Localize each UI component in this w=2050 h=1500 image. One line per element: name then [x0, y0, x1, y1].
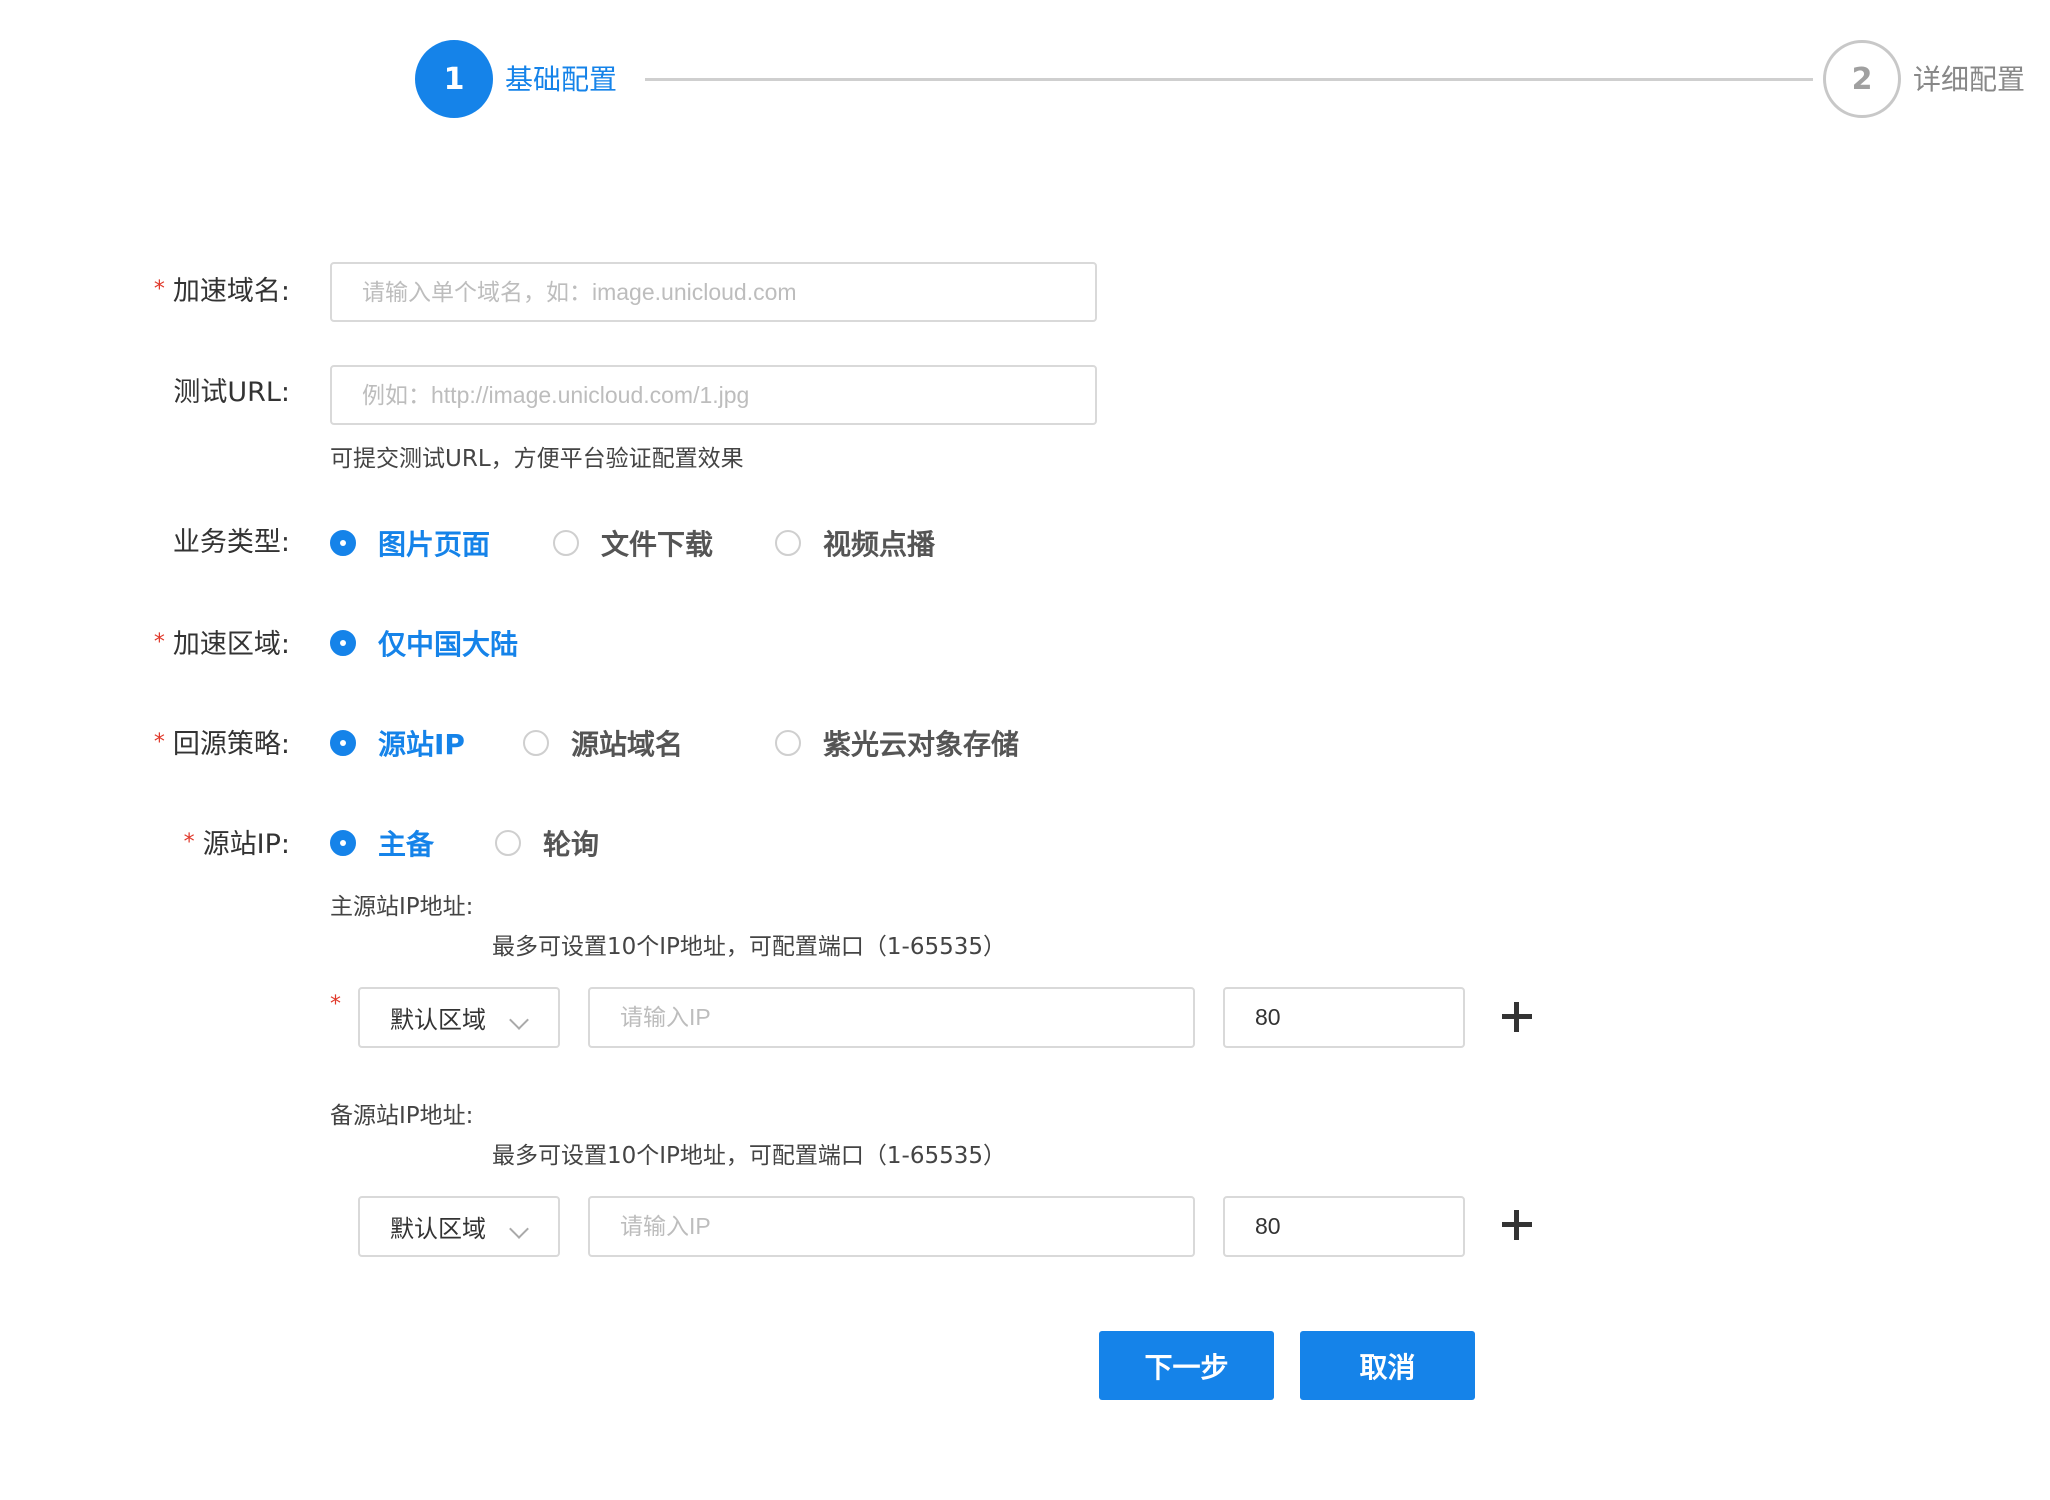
- origin-ip-label: * 源站IP:: [184, 823, 290, 865]
- domain-input[interactable]: [330, 262, 1097, 322]
- step-1-circle: 1: [415, 40, 493, 118]
- radio-origin-ip[interactable]: 源站IP: [330, 723, 465, 763]
- radio-ip-round-robin[interactable]: 轮询: [495, 823, 599, 863]
- radio-dot: [495, 830, 521, 856]
- radio-business-video[interactable]: 视频点播: [775, 523, 935, 563]
- radio-dot: [330, 530, 356, 556]
- required-mark: *: [183, 830, 195, 855]
- required-mark: *: [153, 730, 165, 755]
- radio-label: 紫光云对象存储: [823, 728, 1020, 761]
- radio-dot: [523, 730, 549, 756]
- backup-ip-input[interactable]: [588, 1196, 1195, 1257]
- business-type-label: 业务类型:: [172, 527, 290, 558]
- origin-ip-label-text: 源站IP:: [202, 829, 290, 860]
- test-url-label: 测试URL:: [173, 377, 290, 408]
- backup-port-input[interactable]: [1223, 1196, 1465, 1257]
- chevron-down-icon: [509, 1219, 529, 1239]
- radio-business-image[interactable]: 图片页面: [330, 523, 490, 563]
- next-button[interactable]: 下一步: [1099, 1331, 1274, 1400]
- radio-dot: [775, 530, 801, 556]
- required-mark: *: [153, 277, 165, 302]
- origin-policy-label-text: 回源策略:: [172, 729, 290, 760]
- backup-region-value: 默认区域: [390, 1215, 486, 1243]
- radio-dot: [330, 730, 356, 756]
- region-label: * 加速区域:: [154, 623, 290, 665]
- origin-policy-label: * 回源策略:: [154, 723, 290, 765]
- test-url-hint: 可提交测试URL，方便平台验证配置效果: [330, 446, 744, 472]
- radio-label: 仅中国大陆: [378, 628, 519, 661]
- radio-dot: [330, 630, 356, 656]
- primary-origin-hint: 最多可设置10个IP地址，可配置端口（1-65535）: [492, 934, 1007, 960]
- radio-origin-object-storage[interactable]: 紫光云对象存储: [775, 723, 1019, 763]
- backup-origin-hint: 最多可设置10个IP地址，可配置端口（1-65535）: [492, 1143, 1007, 1169]
- primary-add-plus-icon[interactable]: [1502, 1002, 1532, 1032]
- primary-region-value: 默认区域: [390, 1006, 486, 1034]
- radio-dot: [553, 530, 579, 556]
- radio-dot: [330, 830, 356, 856]
- radio-ip-primary-backup[interactable]: 主备: [330, 823, 434, 863]
- radio-label: 图片页面: [378, 528, 491, 561]
- radio-origin-domain[interactable]: 源站域名: [523, 723, 683, 763]
- primary-required-mark: *: [330, 992, 341, 1017]
- domain-label: * 加速域名:: [154, 270, 290, 312]
- chevron-down-icon: [509, 1010, 529, 1030]
- step-1-title: 基础配置: [505, 63, 618, 96]
- test-url-input[interactable]: [330, 365, 1097, 425]
- radio-region-mainland[interactable]: 仅中国大陆: [330, 623, 518, 663]
- primary-region-select[interactable]: 默认区域: [358, 987, 560, 1048]
- primary-ip-input[interactable]: [588, 987, 1195, 1048]
- step-2-title: 详细配置: [1913, 63, 2026, 96]
- radio-business-download[interactable]: 文件下载: [553, 523, 713, 563]
- radio-label: 轮询: [543, 828, 600, 861]
- radio-label: 文件下载: [601, 528, 714, 561]
- region-label-text: 加速区域:: [172, 629, 290, 660]
- required-mark: *: [153, 630, 165, 655]
- cancel-button[interactable]: 取消: [1300, 1331, 1475, 1400]
- radio-dot: [775, 730, 801, 756]
- backup-region-select[interactable]: 默认区域: [358, 1196, 560, 1257]
- radio-label: 视频点播: [823, 528, 936, 561]
- backup-origin-title: 备源站IP地址:: [330, 1103, 474, 1129]
- radio-label: 源站IP: [378, 728, 465, 761]
- radio-label: 主备: [378, 828, 435, 861]
- domain-label-text: 加速域名:: [172, 276, 290, 307]
- step-progress-line: [645, 78, 1813, 81]
- radio-label: 源站域名: [571, 728, 684, 761]
- backup-add-plus-icon[interactable]: [1502, 1210, 1532, 1240]
- primary-origin-title: 主源站IP地址:: [330, 894, 474, 920]
- step-2-circle: 2: [1823, 40, 1901, 118]
- primary-port-input[interactable]: [1223, 987, 1465, 1048]
